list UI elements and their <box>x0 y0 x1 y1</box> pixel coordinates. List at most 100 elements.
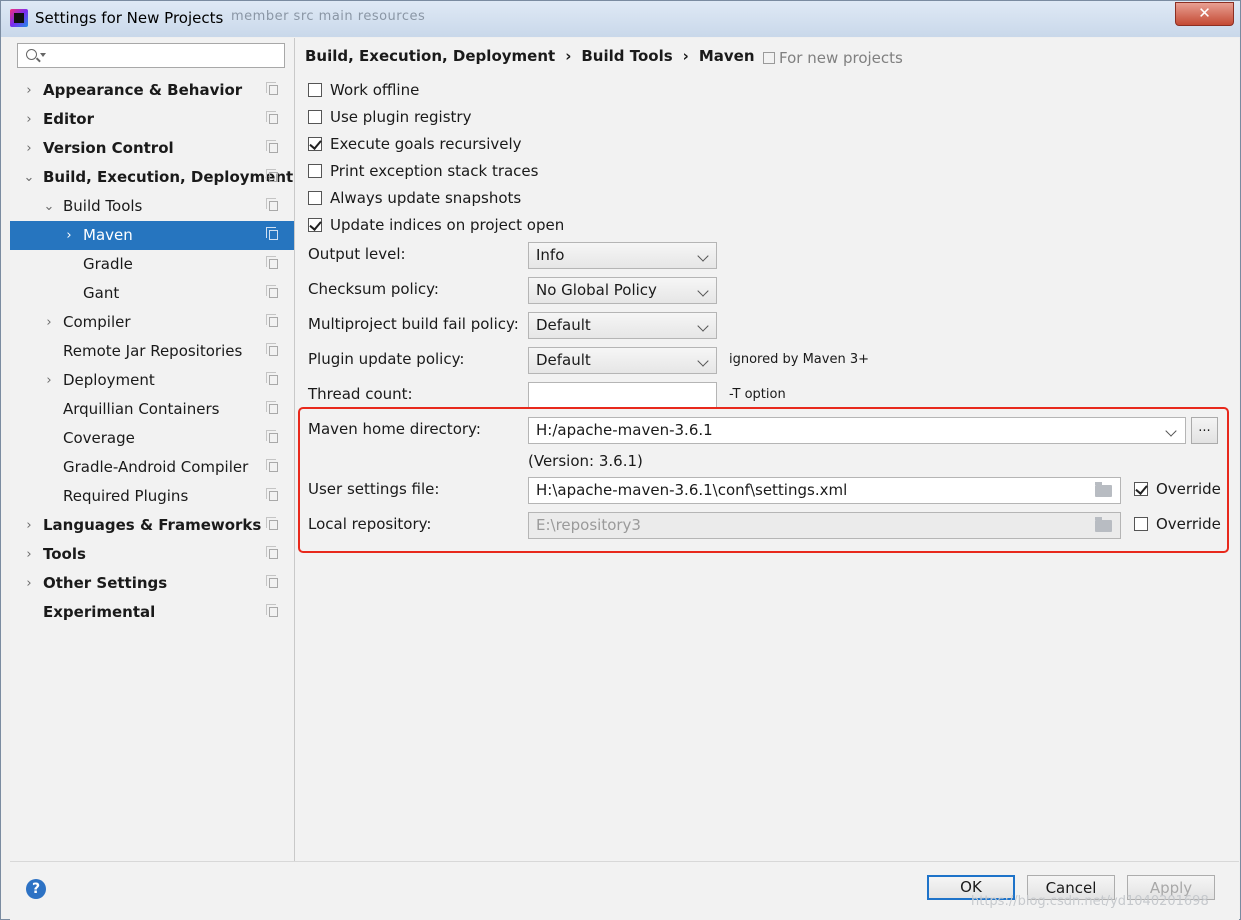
maven-version-label: (Version: 3.6.1) <box>528 452 643 470</box>
chevron-down-icon[interactable]: ⌄ <box>42 192 56 221</box>
copy-icon <box>266 198 278 211</box>
sidebar-item[interactable]: Gradle-Android Compiler <box>10 453 294 482</box>
sidebar-item-label: Deployment <box>63 371 155 389</box>
breadcrumb-item: Build Tools <box>581 47 673 65</box>
local-repository-value: E:\repository3 <box>536 516 641 534</box>
option-checkbox[interactable]: Update indices on project open <box>308 214 564 236</box>
thread-count-input[interactable] <box>528 382 717 409</box>
local-repository-input: E:\repository3 <box>528 512 1121 539</box>
sidebar-item-label: Gradle-Android Compiler <box>63 458 249 476</box>
sidebar-item[interactable]: Gradle <box>10 250 294 279</box>
copy-icon <box>266 517 278 530</box>
sidebar-item[interactable]: Arquillian Containers <box>10 395 294 424</box>
sidebar-item-label: Maven <box>83 226 133 244</box>
chevron-right-icon[interactable]: › <box>22 540 36 569</box>
thread-count-hint: -T option <box>729 387 786 402</box>
chevron-right-icon[interactable]: › <box>22 569 36 598</box>
sidebar-item-label: Gant <box>83 284 120 302</box>
copy-icon <box>266 227 278 240</box>
breadcrumb-separator: › <box>565 47 572 65</box>
copy-icon <box>266 314 278 327</box>
chevron-right-icon[interactable]: › <box>22 76 36 105</box>
sidebar-item[interactable]: Gant <box>10 279 294 308</box>
chevron-right-icon[interactable]: › <box>62 221 76 250</box>
plugin-update-policy-hint: ignored by Maven 3+ <box>729 352 869 367</box>
chevron-right-icon[interactable]: › <box>42 308 56 337</box>
chevron-down-icon[interactable] <box>40 53 46 57</box>
sidebar-item[interactable]: Coverage <box>10 424 294 453</box>
folder-icon[interactable] <box>1095 482 1112 497</box>
sidebar-item[interactable]: › Appearance & Behavior <box>10 76 294 105</box>
chevron-down-icon <box>697 320 709 332</box>
help-button[interactable]: ? <box>26 879 46 899</box>
chevron-right-icon[interactable]: › <box>42 366 56 395</box>
maven-home-combo[interactable]: H:/apache-maven-3.6.1 <box>528 417 1186 444</box>
sidebar-item-label: Compiler <box>63 313 131 331</box>
copy-icon <box>763 52 775 64</box>
local-repository-label: Local repository: <box>308 515 432 533</box>
plugin-update-policy-select[interactable]: Default <box>528 347 717 374</box>
sidebar-item[interactable]: › Editor <box>10 105 294 134</box>
user-settings-value: H:\apache-maven-3.6.1\conf\settings.xml <box>536 481 848 499</box>
chevron-right-icon[interactable]: › <box>22 134 36 163</box>
sidebar-item[interactable]: › Languages & Frameworks <box>10 511 294 540</box>
sidebar-item[interactable]: Experimental <box>10 598 294 627</box>
scope-note: For new projects <box>763 49 903 67</box>
user-settings-input[interactable]: H:\apache-maven-3.6.1\conf\settings.xml <box>528 477 1121 504</box>
sidebar-item[interactable]: ⌄ Build Tools <box>10 192 294 221</box>
sidebar-item-label: Coverage <box>63 429 135 447</box>
sidebar-item-label: Build Tools <box>63 197 143 215</box>
sidebar-item[interactable]: ⌄ Build, Execution, Deployment <box>10 163 294 192</box>
chevron-down-icon <box>697 285 709 297</box>
window-title: Settings for New Projects <box>35 9 224 27</box>
user-settings-override-checkbox[interactable]: Override <box>1134 480 1221 498</box>
chevron-right-icon[interactable]: › <box>22 105 36 134</box>
maven-settings-panel: Build, Execution, Deployment › Build Tools… <box>295 38 1239 861</box>
select-value: Default <box>536 351 591 369</box>
option-checkbox[interactable]: Execute goals recursively <box>308 133 522 155</box>
local-repository-override-checkbox[interactable]: Override <box>1134 515 1221 533</box>
option-checkbox[interactable]: Print exception stack traces <box>308 160 538 182</box>
output-level-label: Output level: <box>308 245 406 263</box>
sidebar-item[interactable]: › Deployment <box>10 366 294 395</box>
sidebar-item[interactable]: › Other Settings <box>10 569 294 598</box>
sidebar-item-label: Remote Jar Repositories <box>63 342 243 360</box>
sidebar-item[interactable]: Remote Jar Repositories <box>10 337 294 366</box>
copy-icon <box>266 372 278 385</box>
sidebar-item-label: Editor <box>43 110 94 128</box>
chevron-right-icon[interactable]: › <box>22 511 36 540</box>
sidebar-item-label: Version Control <box>43 139 174 157</box>
checkbox-box <box>308 83 322 97</box>
title-bar: Settings for New Projects member src mai… <box>1 1 1240 37</box>
sidebar-item-label: Arquillian Containers <box>63 400 220 418</box>
sidebar-item-label: Other Settings <box>43 574 168 592</box>
output-level-select[interactable]: Info <box>528 242 717 269</box>
sidebar-item-label: Gradle <box>83 255 133 273</box>
checksum-policy-select[interactable]: No Global Policy <box>528 277 717 304</box>
option-checkbox[interactable]: Work offline <box>308 79 419 101</box>
checkbox-label: Execute goals recursively <box>330 135 522 153</box>
option-checkbox[interactable]: Use plugin registry <box>308 106 471 128</box>
multiproject-fail-policy-select[interactable]: Default <box>528 312 717 339</box>
override-label: Override <box>1156 515 1221 533</box>
chevron-down-icon <box>1165 425 1177 437</box>
sidebar-item[interactable]: Required Plugins <box>10 482 294 511</box>
sidebar-item[interactable]: › Tools <box>10 540 294 569</box>
maven-home-browse-button[interactable]: ... <box>1191 417 1218 444</box>
sidebar-item[interactable]: › Compiler <box>10 308 294 337</box>
settings-search-input[interactable] <box>17 43 285 68</box>
copy-icon <box>266 82 278 95</box>
sidebar-item[interactable]: › Version Control <box>10 134 294 163</box>
sidebar-item[interactable]: › Maven <box>10 221 294 250</box>
option-checkbox[interactable]: Always update snapshots <box>308 187 521 209</box>
breadcrumb-item: Maven <box>698 47 755 65</box>
sidebar-item-label: Experimental <box>43 603 156 621</box>
chevron-down-icon <box>697 355 709 367</box>
checkbox-box <box>308 110 322 124</box>
search-icon <box>26 49 37 60</box>
chevron-down-icon[interactable]: ⌄ <box>22 163 36 192</box>
sidebar-item-label: Build, Execution, Deployment <box>43 168 294 186</box>
close-button[interactable]: ✕ <box>1175 2 1234 26</box>
chevron-down-icon <box>697 250 709 262</box>
checkbox-label: Update indices on project open <box>330 216 565 234</box>
